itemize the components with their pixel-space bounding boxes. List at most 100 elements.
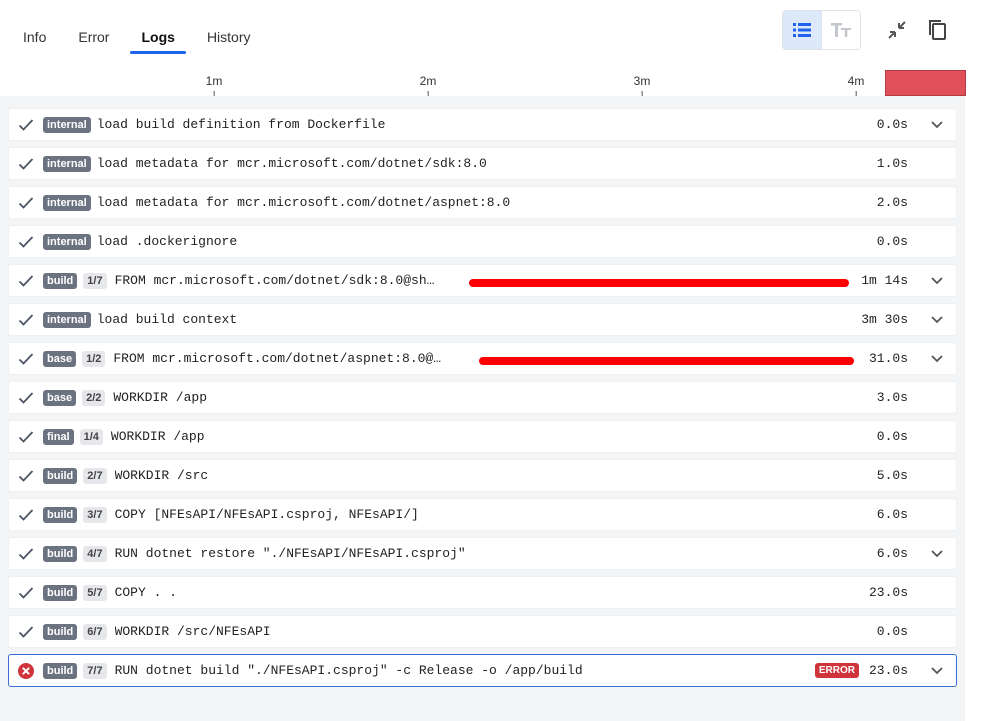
log-step-row[interactable]: internal load .dockerignore 0.0s <box>8 225 957 258</box>
log-step-row[interactable]: build 6/7 WORKDIR /src/NFEsAPI 0.0s <box>8 615 957 648</box>
check-icon <box>18 352 34 365</box>
collapse-button[interactable] <box>879 11 915 49</box>
stage-badge: internal <box>43 194 91 211</box>
chevron-down-icon <box>931 355 943 363</box>
step-command: load metadata for mcr.microsoft.com/dotn… <box>96 156 487 171</box>
collapse-icon <box>888 21 906 39</box>
log-step-row[interactable]: internal load build definition from Docke… <box>8 108 957 141</box>
tab-info[interactable]: Info <box>12 26 57 51</box>
log-step-row[interactable]: final 1/4 WORKDIR /app 0.0s <box>8 420 957 453</box>
step-duration: 5.0s <box>876 468 908 483</box>
stage-badge: base <box>43 350 77 367</box>
log-step-row[interactable]: internal load metadata for mcr.microsoft.… <box>8 147 957 180</box>
step-command: load metadata for mcr.microsoft.com/dotn… <box>96 195 511 210</box>
step-duration: 0.0s <box>876 234 908 249</box>
log-step-row[interactable]: build 2/7 WORKDIR /src 5.0s <box>8 459 957 492</box>
stage-badge: build <box>43 506 78 523</box>
check-icon <box>18 508 34 521</box>
step-command: WORKDIR /src/NFEsAPI <box>114 624 271 639</box>
log-step-row[interactable]: internal load metadata for mcr.microsoft.… <box>8 186 957 219</box>
step-status <box>9 118 43 132</box>
check-icon <box>18 469 34 482</box>
check-icon <box>18 586 34 599</box>
chevron-down-icon <box>931 667 943 675</box>
list-view-button[interactable] <box>783 11 821 49</box>
step-command: WORKDIR /app <box>113 390 207 405</box>
redaction-mark <box>479 357 854 365</box>
step-duration: 31.0s <box>868 351 908 366</box>
step-status <box>9 469 43 483</box>
timeline-tick: 1m <box>205 74 223 97</box>
chevron-down-icon <box>931 550 943 558</box>
stage-badge: internal <box>43 116 91 133</box>
check-icon <box>18 313 34 326</box>
step-status <box>9 430 43 444</box>
step-counter: 7/7 <box>83 662 107 679</box>
log-step-row[interactable]: base 1/2 FROM mcr.microsoft.com/dotnet/asp… <box>8 342 957 375</box>
expand-button[interactable] <box>930 663 944 681</box>
stage-badge: internal <box>43 233 91 250</box>
step-command: RUN dotnet build "./NFEsAPI.csproj" -c R… <box>114 663 583 678</box>
step-status <box>9 352 43 366</box>
stage-badge: internal <box>43 311 91 328</box>
timeline-tick: 2m <box>419 74 437 97</box>
stage-badge: build <box>43 662 78 679</box>
tab-history[interactable]: History <box>196 26 262 51</box>
step-counter: 1/7 <box>83 272 107 289</box>
step-counter: 4/7 <box>83 545 107 562</box>
log-step-row[interactable]: build 3/7 COPY [NFEsAPI/NFEsAPI.csproj, NF… <box>8 498 957 531</box>
check-icon <box>18 274 34 287</box>
timeline-error-marker[interactable] <box>885 70 966 96</box>
tab-logs[interactable]: Logs <box>130 26 187 54</box>
step-duration: 0.0s <box>876 624 908 639</box>
log-step-row[interactable]: build 4/7 RUN dotnet restore "./NFEsAPI/NF… <box>8 537 957 570</box>
step-status <box>9 508 43 522</box>
expand-button[interactable] <box>930 273 944 291</box>
log-step-row[interactable]: internal load build context 3m 30s <box>8 303 957 336</box>
expand-button[interactable] <box>930 117 944 135</box>
log-step-row[interactable]: build 7/7 RUN dotnet build "./NFEsAPI.cspr… <box>8 654 957 687</box>
error-badge: ERROR <box>814 663 859 678</box>
step-command: COPY [NFEsAPI/NFEsAPI.csproj, NFEsAPI/] <box>114 507 419 522</box>
step-command: FROM mcr.microsoft.com/dotnet/sdk:8.0@sh… <box>114 273 435 288</box>
step-counter: 3/7 <box>83 506 107 523</box>
stage-badge: internal <box>43 155 91 172</box>
text-size-icon <box>831 23 851 37</box>
log-step-list: internal load build definition from Docke… <box>8 108 957 693</box>
timeline-tick: 3m <box>633 74 651 97</box>
expand-button[interactable] <box>930 546 944 564</box>
stage-badge: final <box>43 428 74 445</box>
step-duration: 6.0s <box>876 546 908 561</box>
view-toggle <box>782 10 861 50</box>
check-icon <box>18 196 34 209</box>
step-duration: 6.0s <box>876 507 908 522</box>
step-command: FROM mcr.microsoft.com/dotnet/aspnet:8.0… <box>113 351 442 366</box>
copy-button[interactable] <box>919 11 955 49</box>
stage-badge: base <box>43 389 77 406</box>
check-icon <box>18 157 34 170</box>
step-command: load build definition from Dockerfile <box>96 117 386 132</box>
check-icon <box>18 430 34 443</box>
check-icon <box>18 235 34 248</box>
log-step-row[interactable]: build 1/7 FROM mcr.microsoft.com/dotnet/sd… <box>8 264 957 297</box>
step-counter: 2/2 <box>82 389 106 406</box>
text-view-button[interactable] <box>821 11 860 49</box>
chevron-down-icon <box>931 316 943 324</box>
stage-badge: build <box>43 467 78 484</box>
step-status <box>9 196 43 210</box>
step-duration: 3.0s <box>876 390 908 405</box>
step-status <box>9 274 43 288</box>
log-step-row[interactable]: base 2/2 WORKDIR /app 3.0s <box>8 381 957 414</box>
step-command: load .dockerignore <box>96 234 238 249</box>
step-counter: 1/2 <box>82 350 106 367</box>
toolbar <box>782 10 955 50</box>
log-step-row[interactable]: build 5/7 COPY . . 23.0s <box>8 576 957 609</box>
tab-error[interactable]: Error <box>67 26 120 51</box>
step-duration: 3m 30s <box>861 312 908 327</box>
stage-badge: build <box>43 623 78 640</box>
step-duration: 2.0s <box>876 195 908 210</box>
step-counter: 1/4 <box>79 428 103 445</box>
expand-button[interactable] <box>930 351 944 369</box>
check-icon <box>18 118 34 131</box>
expand-button[interactable] <box>930 312 944 330</box>
